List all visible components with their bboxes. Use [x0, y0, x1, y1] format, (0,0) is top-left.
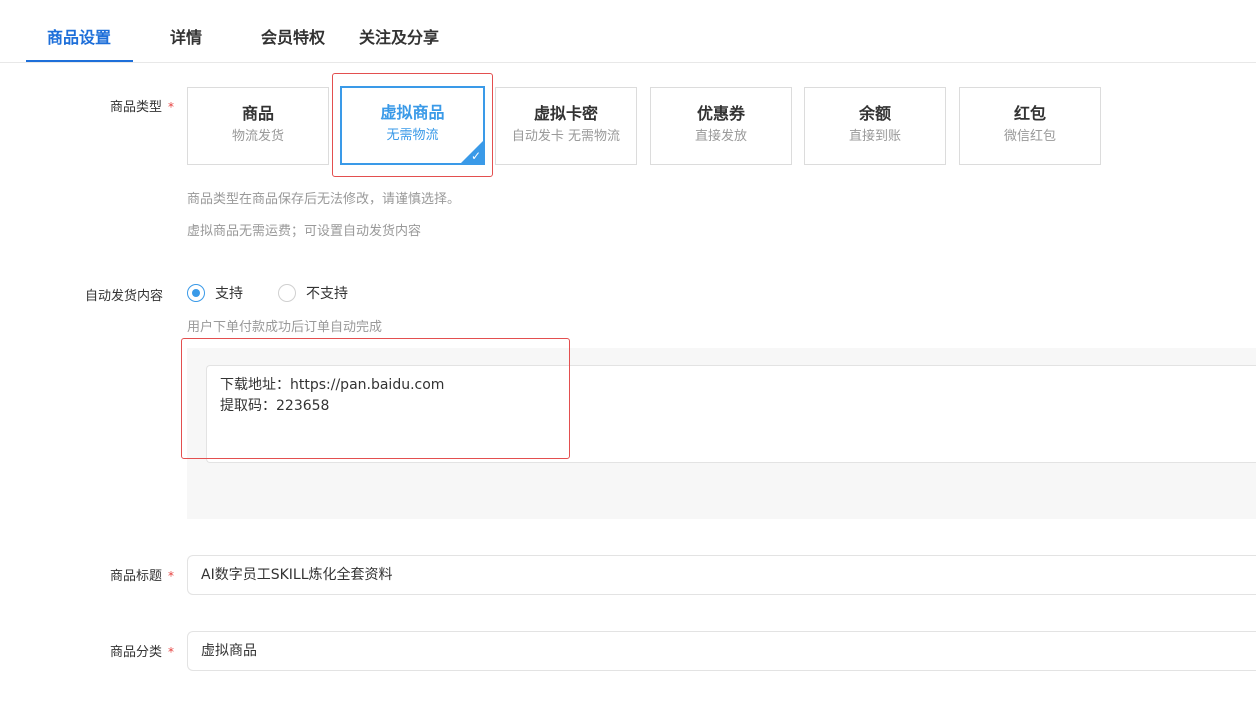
product-title-label: 商品标题 * — [110, 565, 174, 584]
radio-support[interactable]: 支持 — [187, 283, 243, 303]
check-icon: ✓ — [470, 149, 481, 163]
tab-bar: 商品设置 详情 会员特权 关注及分享 — [0, 0, 1256, 63]
option-subtitle: 直接到账 — [848, 129, 901, 144]
product-type-help-1: 商品类型在商品保存后无法修改，请谨慎选择。 — [187, 192, 461, 207]
radio-not-support[interactable]: 不支持 — [278, 283, 348, 303]
option-title: 虚拟商品 — [380, 103, 445, 122]
option-title: 红包 — [1013, 104, 1046, 123]
product-type-help-2: 虚拟商品无需运费；可设置自动发货内容 — [187, 224, 422, 239]
required-mark: * — [168, 645, 174, 659]
product-type-option-red-packet[interactable]: 红包 微信红包 — [959, 87, 1101, 165]
product-type-label-text: 商品类型 — [109, 100, 162, 115]
active-tab-indicator — [26, 60, 133, 62]
product-title-label-text: 商品标题 — [109, 569, 162, 584]
product-category-label: 商品分类 * — [110, 641, 174, 660]
radio-unchecked-icon — [278, 284, 296, 302]
auto-delivery-content-textarea[interactable]: 下载地址：https://pan.baidu.com 提取码：223658 — [206, 365, 1256, 463]
option-subtitle: 直接发放 — [694, 129, 747, 144]
product-edit-page: 商品设置 详情 会员特权 关注及分享 商品类型 * 商品 物流发货 虚拟商品 无需… — [0, 0, 1256, 701]
auto-delivery-help: 用户下单付款成功后订单自动完成 — [187, 320, 383, 335]
tab-details[interactable]: 详情 — [170, 26, 202, 63]
option-title: 商品 — [241, 104, 274, 123]
radio-not-support-label: 不支持 — [306, 286, 348, 302]
product-type-label: 商品类型 * — [110, 96, 174, 115]
product-type-option-physical[interactable]: 商品 物流发货 — [187, 87, 329, 165]
option-title: 余额 — [858, 104, 891, 123]
product-title-input[interactable]: AI数字员工SKILL炼化全套资料 — [187, 555, 1256, 595]
option-subtitle: 微信红包 — [1003, 129, 1056, 144]
required-mark: * — [168, 100, 174, 114]
tab-product-settings[interactable]: 商品设置 — [47, 26, 111, 63]
option-subtitle: 物流发货 — [231, 129, 284, 144]
required-mark: * — [168, 569, 174, 583]
product-type-option-balance[interactable]: 余额 直接到账 — [804, 87, 946, 165]
option-title: 虚拟卡密 — [533, 104, 598, 123]
product-type-option-virtual[interactable]: 虚拟商品 无需物流 ✓ — [340, 86, 485, 165]
radio-checked-icon — [187, 284, 205, 302]
product-category-input[interactable]: 虚拟商品 — [187, 631, 1256, 671]
radio-support-label: 支持 — [215, 286, 243, 302]
tab-follow-share[interactable]: 关注及分享 — [359, 26, 439, 63]
auto-delivery-label: 自动发货内容 — [84, 289, 163, 304]
option-title: 优惠券 — [696, 104, 745, 123]
product-category-label-text: 商品分类 — [109, 645, 162, 660]
product-type-option-card-key[interactable]: 虚拟卡密 自动发卡 无需物流 — [495, 87, 637, 165]
tab-member-privileges[interactable]: 会员特权 — [261, 26, 325, 63]
product-type-option-coupon[interactable]: 优惠券 直接发放 — [650, 87, 792, 165]
option-subtitle: 自动发卡 无需物流 — [511, 129, 621, 144]
